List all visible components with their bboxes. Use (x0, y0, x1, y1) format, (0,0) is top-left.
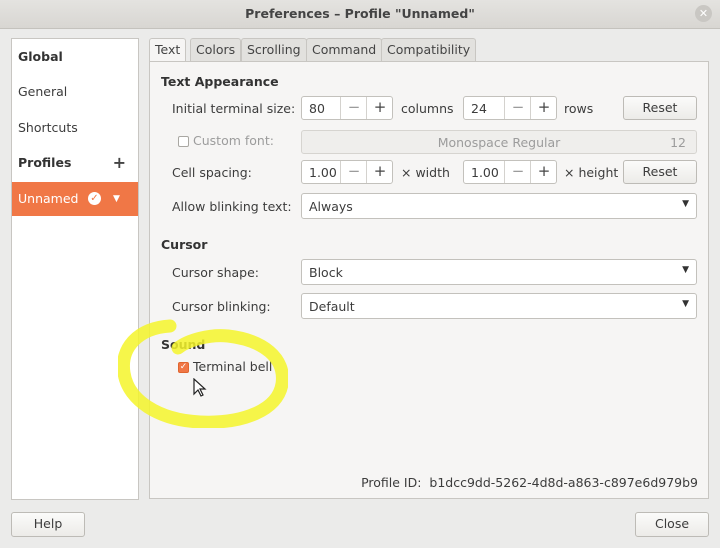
height-decrement-icon[interactable]: − (504, 161, 531, 183)
tab-compatibility[interactable]: Compatibility (381, 38, 477, 61)
reset-spacing-button[interactable]: Reset (623, 160, 697, 184)
custom-font-checkbox[interactable] (178, 136, 189, 147)
tab-colors[interactable]: Colors (190, 38, 242, 61)
height-increment-icon[interactable]: + (530, 161, 557, 183)
font-name: Monospace Regular (437, 135, 561, 150)
rows-label: rows (564, 101, 594, 116)
font-chooser-button: Monospace Regular 12 (301, 130, 697, 154)
sidebar-item-global[interactable]: Global (12, 40, 138, 74)
height-label: × height (564, 165, 619, 180)
rows-value: 24 (471, 101, 487, 116)
profile-id-label: Profile ID: (361, 475, 422, 490)
font-size: 12 (670, 135, 686, 150)
sidebar-item-shortcuts[interactable]: Shortcuts (12, 111, 138, 145)
columns-increment-icon[interactable]: + (366, 97, 393, 119)
cursor-shape-value: Block (309, 265, 343, 280)
columns-stepper[interactable]: 80 − + (301, 96, 393, 120)
height-spacing-value: 1.00 (471, 165, 499, 180)
sound-heading: Sound (161, 337, 206, 352)
sidebar-item-profile-unnamed[interactable]: Unnamed ✓ ▼ (12, 182, 138, 216)
add-profile-icon[interactable]: + (113, 146, 126, 180)
chevron-down-icon: ▼ (682, 299, 689, 309)
default-profile-check-icon: ✓ (88, 192, 101, 205)
close-button[interactable]: Close (635, 512, 709, 537)
profile-text-panel: Text Appearance Initial terminal size: 8… (149, 61, 709, 499)
profile-id-value: b1dcc9dd-5262-4d8d-a863-c897e6d979b9 (429, 475, 698, 490)
cursor-blinking-label: Cursor blinking: (172, 299, 271, 314)
tab-text[interactable]: Text (149, 38, 187, 63)
width-label: × width (401, 165, 450, 180)
window-title: Preferences – Profile "Unnamed" (245, 6, 475, 21)
columns-decrement-icon[interactable]: − (340, 97, 367, 119)
width-increment-icon[interactable]: + (366, 161, 393, 183)
cursor-blinking-select[interactable]: Default ▼ (301, 293, 697, 319)
blinking-text-value: Always (309, 199, 353, 214)
rows-decrement-icon[interactable]: − (504, 97, 531, 119)
chevron-down-icon: ▼ (682, 199, 689, 209)
width-decrement-icon[interactable]: − (340, 161, 367, 183)
title-bar: Preferences – Profile "Unnamed" ✕ (0, 0, 720, 29)
blinking-text-select[interactable]: Always ▼ (301, 193, 697, 219)
sidebar-item-general[interactable]: General (12, 75, 138, 109)
cell-spacing-label: Cell spacing: (172, 165, 252, 180)
width-spacing-value: 1.00 (309, 165, 337, 180)
cursor-shape-select[interactable]: Block ▼ (301, 259, 697, 285)
height-spacing-stepper[interactable]: 1.00 − + (463, 160, 557, 184)
profile-id: Profile ID: b1dcc9dd-5262-4d8d-a863-c897… (361, 475, 698, 490)
sidebar: Global General Shortcuts Profiles + Unna… (11, 38, 139, 500)
text-appearance-heading: Text Appearance (161, 74, 279, 89)
tab-command[interactable]: Command (306, 38, 383, 61)
custom-font-label: Custom font: (193, 133, 274, 148)
profile-name: Unnamed (18, 191, 79, 206)
columns-value: 80 (309, 101, 325, 116)
cursor-blinking-value: Default (309, 299, 355, 314)
terminal-bell-label[interactable]: Terminal bell (193, 359, 272, 374)
cursor-heading: Cursor (161, 237, 208, 252)
cursor-shape-label: Cursor shape: (172, 265, 259, 280)
width-spacing-stepper[interactable]: 1.00 − + (301, 160, 393, 184)
columns-label: columns (401, 101, 454, 116)
sidebar-profiles-label: Profiles (18, 155, 72, 170)
terminal-bell-checkbox[interactable]: ✓ (178, 362, 189, 373)
initial-size-label: Initial terminal size: (172, 101, 296, 116)
rows-increment-icon[interactable]: + (530, 97, 557, 119)
chevron-down-icon: ▼ (682, 265, 689, 275)
blinking-text-label: Allow blinking text: (172, 199, 292, 214)
tab-scrolling[interactable]: Scrolling (241, 38, 307, 61)
sidebar-item-profiles[interactable]: Profiles + (12, 146, 138, 180)
close-window-icon[interactable]: ✕ (695, 5, 712, 22)
rows-stepper[interactable]: 24 − + (463, 96, 557, 120)
reset-size-button[interactable]: Reset (623, 96, 697, 120)
help-button[interactable]: Help (11, 512, 85, 537)
profile-menu-chevron-down-icon[interactable]: ▼ (113, 182, 120, 216)
